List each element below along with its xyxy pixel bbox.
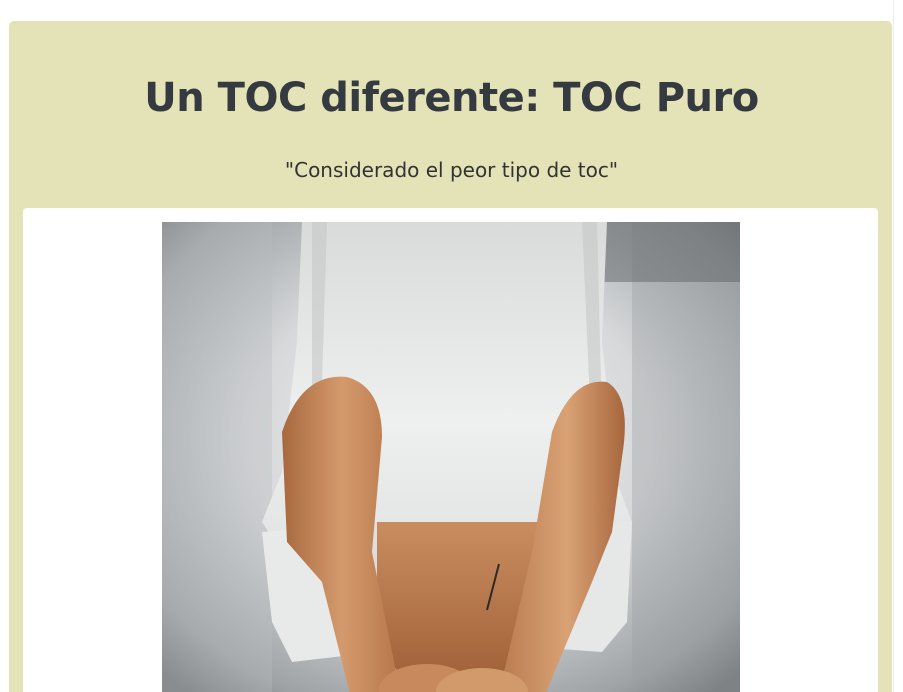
page-title: Un TOC diferente: TOC Puro [144, 75, 759, 121]
photo-illustration [162, 222, 740, 692]
page: Un TOC diferente: TOC Puro "Considerado … [0, 0, 903, 692]
page-subtitle: "Considerado el peor tipo de toc" [284, 158, 619, 182]
article-photo [162, 222, 740, 692]
